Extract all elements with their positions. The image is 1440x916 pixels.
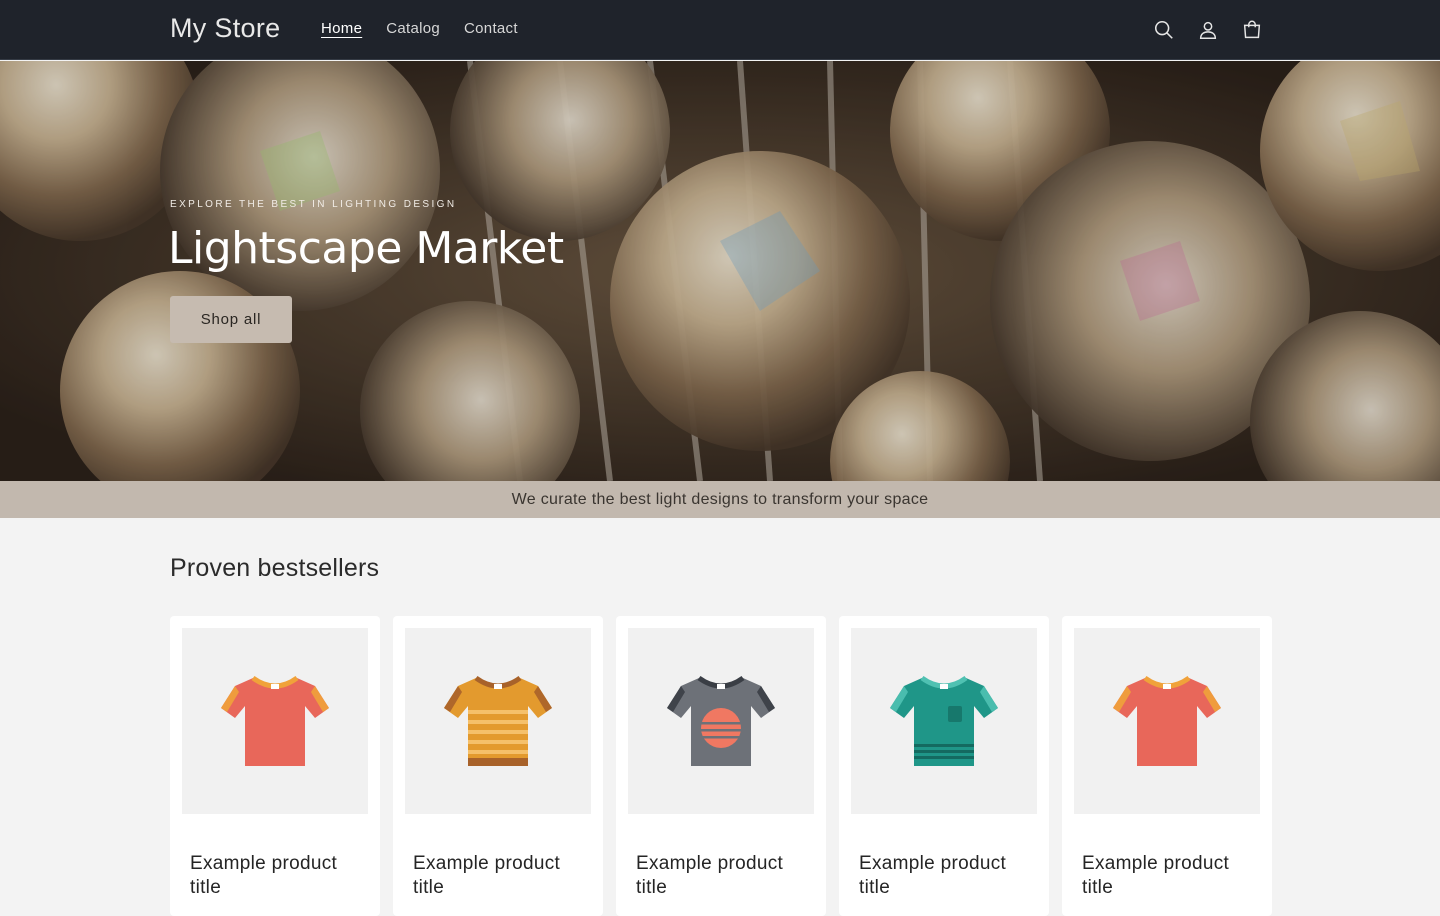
product-card[interactable]: Example product title bbox=[170, 616, 380, 916]
site-header: My Store Home Catalog Contact bbox=[0, 0, 1440, 60]
main-nav: Home Catalog Contact bbox=[321, 20, 518, 37]
account-icon[interactable] bbox=[1194, 16, 1222, 44]
product-card[interactable]: Example product title bbox=[839, 616, 1049, 916]
product-title[interactable]: Example product title bbox=[859, 852, 1039, 900]
tshirt-icon bbox=[667, 675, 775, 766]
product-image[interactable] bbox=[628, 628, 814, 814]
product-card[interactable]: Example product title bbox=[1062, 616, 1272, 916]
product-image[interactable] bbox=[1074, 628, 1260, 814]
cart-icon[interactable] bbox=[1238, 16, 1266, 44]
product-card[interactable]: Example product title bbox=[616, 616, 826, 916]
tshirt-icon bbox=[221, 675, 329, 766]
nav-home[interactable]: Home bbox=[321, 20, 362, 37]
announcement-bar: We curate the best light designs to tran… bbox=[0, 481, 1440, 518]
shop-all-button[interactable]: Shop all bbox=[170, 296, 292, 343]
tshirt-icon bbox=[444, 675, 552, 766]
hero-title: Lightscape Market bbox=[168, 223, 564, 274]
product-image[interactable] bbox=[405, 628, 591, 814]
tshirt-icon bbox=[890, 675, 998, 766]
hero-eyebrow: EXPLORE THE BEST IN LIGHTING DESIGN bbox=[170, 199, 457, 210]
product-title[interactable]: Example product title bbox=[1082, 852, 1262, 900]
header-icons bbox=[1150, 16, 1266, 44]
search-icon[interactable] bbox=[1150, 16, 1178, 44]
section-title: Proven bestsellers bbox=[170, 554, 380, 582]
product-title[interactable]: Example product title bbox=[413, 852, 593, 900]
product-grid: Example product title Example product ti… bbox=[170, 616, 1272, 916]
product-card[interactable]: Example product title bbox=[393, 616, 603, 916]
product-title[interactable]: Example product title bbox=[190, 852, 370, 900]
product-image[interactable] bbox=[182, 628, 368, 814]
product-image[interactable] bbox=[851, 628, 1037, 814]
product-title[interactable]: Example product title bbox=[636, 852, 816, 900]
store-logo[interactable]: My Store bbox=[170, 13, 280, 44]
tshirt-icon bbox=[1113, 675, 1221, 766]
nav-catalog[interactable]: Catalog bbox=[386, 20, 440, 37]
nav-contact[interactable]: Contact bbox=[464, 20, 518, 37]
hero-banner: EXPLORE THE BEST IN LIGHTING DESIGN Ligh… bbox=[0, 61, 1440, 481]
